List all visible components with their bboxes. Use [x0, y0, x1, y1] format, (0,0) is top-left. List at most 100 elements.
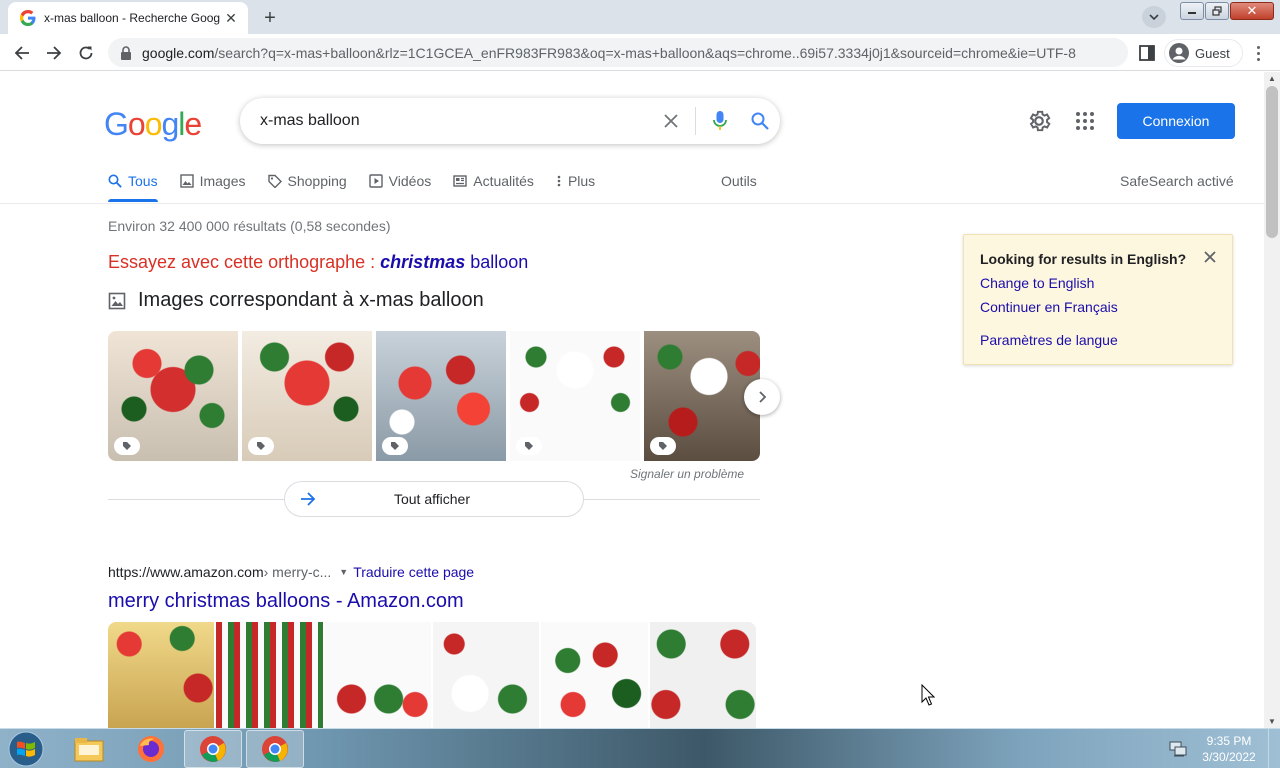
start-button[interactable] [4, 730, 48, 768]
spelling-rest: balloon [470, 252, 529, 272]
window-close-button[interactable]: ✕ [1230, 2, 1274, 20]
close-icon[interactable] [1202, 249, 1218, 265]
taskbar-clock[interactable]: 9:35 PM 3/30/2022 [1196, 733, 1262, 765]
result-image[interactable] [432, 622, 540, 728]
scrollbar-thumb[interactable] [1266, 86, 1278, 238]
tab-videos[interactable]: Vidéos [368, 166, 431, 196]
taskbar-file-explorer[interactable] [60, 730, 118, 768]
see-all-images-button[interactable]: Tout afficher [284, 481, 584, 517]
window-minimize-button[interactable] [1180, 2, 1204, 20]
search-button[interactable] [740, 101, 780, 141]
voice-search-button[interactable] [700, 101, 740, 141]
shopping-tag-icon [516, 437, 542, 455]
spelling-prefix: Essayez avec cette orthographe : [108, 252, 376, 272]
page-scrollbar[interactable]: ▲ ▼ [1264, 72, 1280, 728]
browser-tab-strip: x-mas balloon - Recherche Goog ✕ + ✕ [0, 0, 1280, 34]
see-all-label: Tout afficher [393, 491, 470, 507]
taskbar-chrome-window[interactable] [246, 730, 304, 768]
image-result[interactable] [242, 331, 372, 461]
settings-gear-icon[interactable] [1026, 108, 1052, 134]
address-bar[interactable]: google.com/search?q=x-mas+balloon&rlz=1C… [108, 38, 1128, 67]
tab-news-label: Actualités [473, 173, 534, 189]
windows-logo-icon [8, 731, 44, 767]
image-result[interactable] [510, 331, 640, 461]
more-vert-icon [557, 175, 561, 187]
search-input[interactable]: x-mas balloon [260, 112, 651, 130]
language-card-title: Looking for results in English? [980, 251, 1187, 267]
language-settings-link[interactable]: Paramètres de langue [980, 332, 1216, 348]
report-problem-link[interactable]: Signaler un problème [630, 467, 744, 481]
images-next-button[interactable] [744, 379, 780, 415]
show-desktop-button[interactable] [1268, 729, 1280, 768]
scroll-down-arrow-icon[interactable]: ▼ [1268, 717, 1276, 726]
tab-search-button[interactable] [1142, 6, 1166, 28]
arrow-right-icon [47, 46, 62, 60]
spelling-correction-link[interactable]: christmas balloon [380, 252, 528, 272]
translate-page-link[interactable]: Traduire cette page [353, 564, 474, 580]
url-text[interactable]: google.com/search?q=x-mas+balloon&rlz=1C… [142, 45, 1076, 61]
taskbar-firefox[interactable] [122, 730, 180, 768]
tools-button[interactable]: Outils [721, 166, 757, 196]
network-icon[interactable] [1168, 740, 1188, 758]
taskbar-chrome[interactable] [184, 730, 242, 768]
browser-toolbar: google.com/search?q=x-mas+balloon&rlz=1C… [0, 34, 1280, 71]
result-image[interactable] [108, 622, 215, 728]
tab-news[interactable]: Actualités [453, 166, 534, 196]
tab-more[interactable]: Plus [556, 166, 595, 196]
profile-button[interactable]: Guest [1164, 39, 1243, 67]
browser-tab[interactable]: x-mas balloon - Recherche Goog ✕ [8, 2, 248, 34]
clear-search-button[interactable] [651, 101, 691, 141]
result-image[interactable] [216, 622, 323, 728]
scroll-up-arrow-icon[interactable]: ▲ [1268, 74, 1276, 83]
tab-images[interactable]: Images [179, 166, 246, 196]
folder-icon [74, 738, 104, 762]
chevron-down-icon [1149, 14, 1159, 21]
change-to-english-link[interactable]: Change to English [980, 275, 1216, 291]
new-tab-button[interactable]: + [256, 6, 284, 30]
shopping-tag-icon [650, 437, 676, 455]
chevron-right-icon [759, 391, 767, 403]
result-title-link[interactable]: merry christmas balloons - Amazon.com [108, 590, 464, 613]
arrow-left-icon [14, 46, 29, 60]
side-panel-icon[interactable] [1136, 42, 1158, 64]
tag-icon [267, 174, 282, 188]
result-image-strip [108, 622, 756, 728]
google-logo[interactable]: Google [104, 106, 202, 143]
result-image[interactable] [324, 622, 431, 728]
tab-all[interactable]: Tous [108, 166, 158, 202]
caret-down-icon[interactable]: ▼ [339, 567, 348, 577]
restore-icon [1212, 6, 1222, 16]
image-result[interactable] [108, 331, 238, 461]
shopping-tag-icon [114, 437, 140, 455]
result-citation: https://www.amazon.com › merry-c... ▼ Tr… [108, 564, 474, 580]
browser-menu-icon[interactable] [1250, 42, 1266, 64]
search-tabs: Tous Images Shopping Vidéos Actualités P… [108, 166, 617, 202]
search-box[interactable]: x-mas balloon [240, 98, 780, 144]
firefox-icon [138, 736, 164, 762]
safesearch-status[interactable]: SafeSearch activé [1120, 166, 1234, 196]
avatar-icon [1169, 43, 1189, 63]
tab-shopping[interactable]: Shopping [267, 166, 347, 196]
system-tray [1168, 729, 1188, 768]
back-button[interactable] [9, 40, 35, 66]
arrow-right-icon [301, 492, 316, 506]
image-result[interactable] [376, 331, 506, 461]
mouse-cursor-icon [921, 684, 935, 706]
tab-close-icon[interactable]: ✕ [222, 9, 240, 27]
result-stats: Environ 32 400 000 résultats (0,58 secon… [108, 218, 391, 234]
continue-in-french-link[interactable]: Continuer en Français [980, 299, 1216, 315]
tab-images-label: Images [199, 173, 246, 189]
reload-button[interactable] [73, 40, 99, 66]
result-host: https://www.amazon.com [108, 564, 264, 580]
result-image[interactable] [649, 622, 756, 728]
image-result[interactable] [644, 331, 760, 461]
windows-taskbar: 9:35 PM 3/30/2022 [0, 728, 1280, 768]
result-image[interactable] [541, 622, 648, 728]
google-apps-icon[interactable] [1074, 110, 1096, 132]
forward-button[interactable] [41, 40, 67, 66]
window-restore-button[interactable] [1205, 2, 1229, 20]
sign-in-button[interactable]: Connexion [1117, 103, 1235, 139]
lock-icon[interactable] [120, 45, 132, 60]
url-host: google.com [142, 44, 215, 61]
chrome-icon [262, 736, 288, 762]
